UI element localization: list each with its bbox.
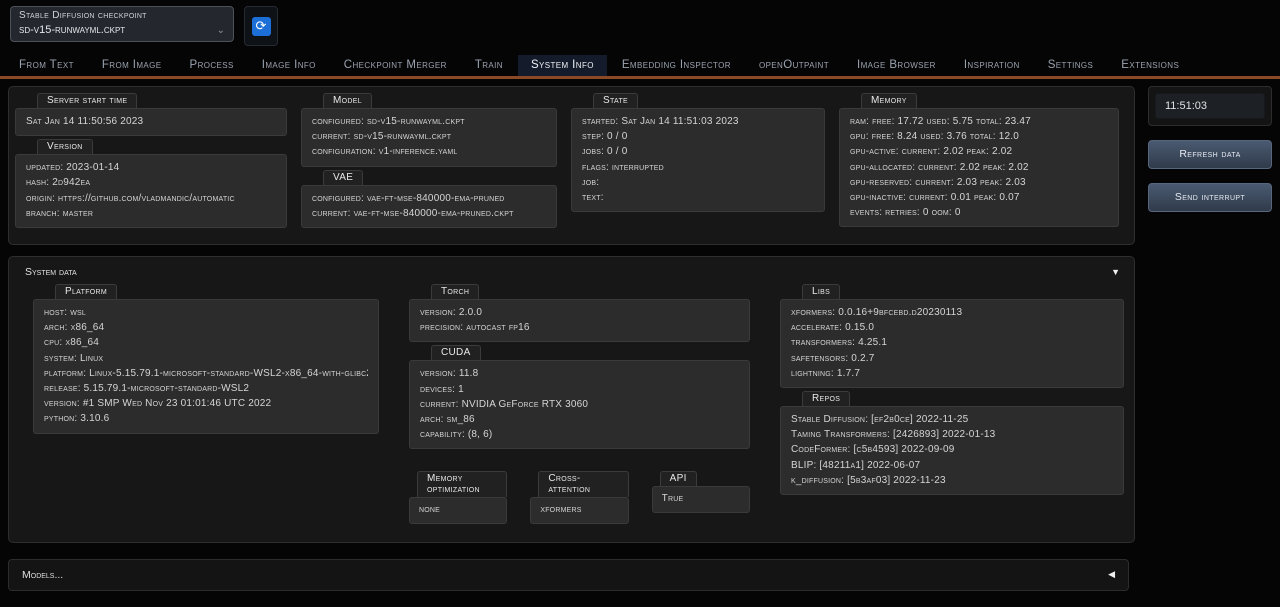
vae-label: VAE	[323, 170, 363, 185]
send-interrupt-button[interactable]: Send interrupt	[1148, 183, 1272, 212]
system-data-accordion: System data ▼ Platform host: wsl arch: x…	[8, 256, 1135, 543]
refresh-icon: ⟳	[256, 18, 267, 33]
checkpoint-value[interactable]: sd-v15-runwayml.ckpt	[19, 24, 125, 36]
tab-checkpoint-merger[interactable]: Checkpoint Merger	[331, 55, 460, 76]
libs-box: xformers: 0.0.16+9bfcebd.d20230113 accel…	[780, 299, 1124, 388]
libs-label: Libs	[802, 284, 840, 299]
repos-box: Stable Diffusion: [ef2b0ce] 2022-11-25 T…	[780, 406, 1124, 495]
model-label: Model	[323, 93, 372, 108]
tab-train[interactable]: Train	[462, 55, 516, 76]
system-data-header[interactable]: System data ▼	[19, 263, 1124, 280]
vae-box: configured: vae-ft-mse-840000-ema-pruned…	[301, 185, 557, 228]
checkpoint-dropdown[interactable]: Stable Diffusion checkpoint sd-v15-runwa…	[10, 6, 234, 42]
platform-label: Platform	[55, 284, 117, 299]
memory-optimization-value: none	[409, 497, 507, 523]
tab-image-browser[interactable]: Image Browser	[844, 55, 949, 76]
side-controls: 11:51:03 Refresh data Send interrupt	[1148, 86, 1272, 212]
model-box: configured: sd-v15-runwayml.ckpt current…	[301, 108, 557, 167]
state-box: started: Sat Jan 14 11:51:03 2023 step: …	[571, 108, 825, 212]
server-start-time-label: Server start time	[37, 93, 137, 108]
cross-attention-label: Cross-attention	[538, 471, 628, 497]
api-label: API	[660, 471, 697, 486]
version-label: Version	[37, 139, 93, 154]
api-value: True	[652, 486, 750, 512]
main-tabbar: From Text From Image Process Image Info …	[0, 55, 1280, 79]
tab-openoutpaint[interactable]: openOutpaint	[746, 55, 842, 76]
memory-box: ram: free: 17.72 used: 5.75 total: 23.47…	[839, 108, 1119, 227]
chevron-down-icon[interactable]: ⌄	[217, 25, 225, 36]
tab-process[interactable]: Process	[177, 55, 247, 76]
memory-optimization-label: Memory optimization	[417, 471, 507, 497]
status-panels-container: Server start time Sat Jan 14 11:50:56 20…	[8, 86, 1135, 245]
version-box: updated: 2023-01-14 hash: 2d942ea origin…	[15, 154, 287, 228]
tab-settings[interactable]: Settings	[1035, 55, 1107, 76]
cuda-label: CUDA	[431, 345, 481, 360]
cross-attention-value: xformers	[530, 497, 628, 523]
time-panel: 11:51:03	[1148, 86, 1272, 126]
repos-label: Repos	[802, 391, 850, 406]
models-accordion[interactable]: Models... ◀	[8, 559, 1129, 591]
tab-inspiration[interactable]: Inspiration	[951, 55, 1033, 76]
tab-system-info[interactable]: System Info	[518, 55, 607, 76]
torch-label: Torch	[431, 284, 479, 299]
cuda-box: version: 11.8 devices: 1 current: NVIDIA…	[409, 360, 750, 449]
server-start-time-box: Sat Jan 14 11:50:56 2023	[15, 108, 287, 136]
quick-settings-bar: Stable Diffusion checkpoint sd-v15-runwa…	[0, 0, 1280, 46]
refresh-checkpoints-button[interactable]: ⟳	[252, 17, 271, 36]
refresh-data-button[interactable]: Refresh data	[1148, 140, 1272, 169]
refresh-checkpoints-container: ⟳	[244, 6, 278, 46]
tab-image-info[interactable]: Image Info	[249, 55, 329, 76]
torch-box: version: 2.0.0 precision: autocast fp16	[409, 299, 750, 342]
checkpoint-label: Stable Diffusion checkpoint	[19, 10, 225, 21]
state-label: State	[593, 93, 638, 108]
models-accordion-label: Models...	[22, 569, 63, 581]
tab-from-text[interactable]: From Text	[6, 55, 87, 76]
server-time-display: 11:51:03	[1155, 93, 1265, 119]
collapse-down-icon[interactable]: ▼	[1111, 267, 1120, 277]
platform-box: host: wsl arch: x86_64 cpu: x86_64 syste…	[33, 299, 379, 434]
collapse-left-icon[interactable]: ◀	[1108, 569, 1115, 580]
memory-label: Memory	[861, 93, 917, 108]
tab-extensions[interactable]: Extensions	[1108, 55, 1192, 76]
system-data-title: System data	[25, 266, 77, 278]
tab-embedding-inspector[interactable]: Embedding Inspector	[609, 55, 744, 76]
tab-from-image[interactable]: From Image	[89, 55, 175, 76]
